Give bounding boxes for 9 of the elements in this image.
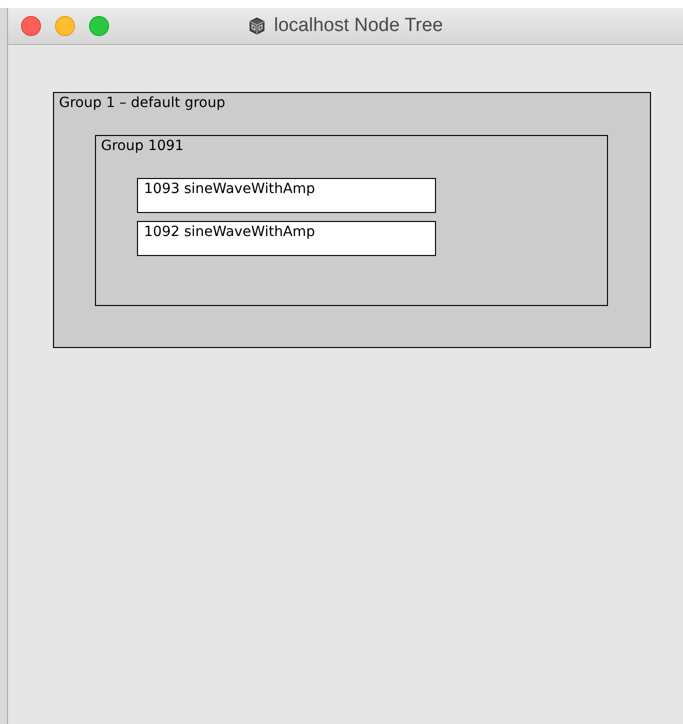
group-label: Group 1 – default group bbox=[58, 94, 226, 113]
group-label: Group 1091 bbox=[100, 137, 185, 156]
synth-node[interactable]: 1093 sineWaveWithAmp bbox=[137, 178, 436, 213]
cube-icon bbox=[248, 17, 266, 35]
window-title: localhost Node Tree bbox=[274, 15, 443, 37]
close-button[interactable] bbox=[21, 16, 41, 36]
minimize-button[interactable] bbox=[55, 16, 75, 36]
synth-node[interactable]: 1092 sineWaveWithAmp bbox=[137, 221, 436, 256]
zoom-button[interactable] bbox=[89, 16, 109, 36]
